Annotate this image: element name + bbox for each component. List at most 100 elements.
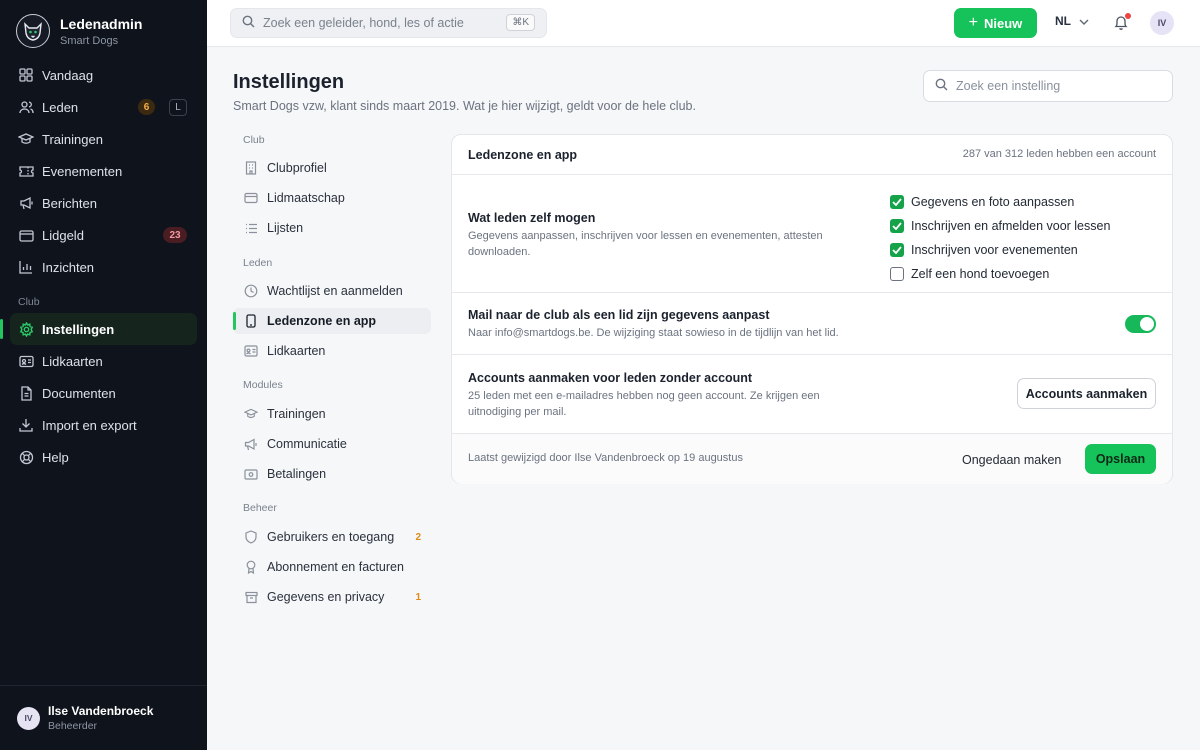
subnav-section-club: Club: [243, 134, 265, 146]
search-shortcut-hint: ⌘K: [506, 14, 535, 31]
checkbox-lessen[interactable]: Inschrijven en afmelden voor lessen: [890, 214, 1110, 238]
nav-item-lidkaarten[interactable]: Lidkaarten: [10, 345, 197, 377]
avatar[interactable]: IV: [1150, 11, 1174, 35]
settings-search-input[interactable]: [956, 79, 1156, 93]
nav-label: Trainingen: [42, 131, 103, 147]
checkbox-evenementen[interactable]: Inschrijven voor evenementen: [890, 238, 1110, 262]
document-icon: [18, 385, 34, 401]
clock-icon: [244, 284, 258, 298]
user-role: Beheerder: [48, 720, 98, 732]
checkbox-gegevens-foto[interactable]: Gegevens en foto aanpassen: [890, 190, 1110, 214]
subnav-item-trainingen[interactable]: Trainingen: [233, 401, 431, 427]
phone-icon: [244, 314, 258, 328]
nav-item-trainingen[interactable]: Trainingen: [10, 123, 197, 155]
nav-item-vandaag[interactable]: Vandaag: [10, 59, 197, 91]
subnav-item-wachtlijst[interactable]: Wachtlijst en aanmelden: [233, 278, 431, 304]
brand[interactable]: Ledenadmin Smart Dogs: [16, 14, 142, 48]
checkbox-hond-toevoegen[interactable]: Zelf een hond toevoegen: [890, 262, 1110, 286]
award-icon: [244, 560, 258, 574]
card-title: Ledenzone en app: [468, 148, 578, 162]
user-name: Ilse Vandenbroeck: [48, 704, 154, 718]
card-header: Ledenzone en app 287 van 312 leden hebbe…: [452, 135, 1172, 175]
leden-shortcut-badge: L: [169, 98, 187, 116]
nav-label: Leden: [42, 99, 79, 115]
page-title: Instellingen: [233, 71, 345, 93]
mail-title: Mail naar de club als een lid zijn gegev…: [468, 308, 770, 322]
checkbox-label: Inschrijven en afmelden voor lessen: [911, 219, 1111, 233]
gear-icon: [18, 321, 34, 337]
ticket-icon: [18, 163, 34, 179]
bar-chart-icon: [18, 259, 34, 275]
accounts-description: 25 leden met een e-mailadres hebben nog …: [468, 390, 820, 418]
nav-item-help[interactable]: Help: [10, 441, 197, 473]
global-search[interactable]: ⌘K: [230, 8, 547, 38]
graduation-cap-icon: [18, 131, 34, 147]
subnav-label: Gegevens en privacy: [267, 590, 385, 604]
subnav-item-lidkaarten[interactable]: Lidkaarten: [233, 338, 431, 364]
list-icon: [244, 221, 258, 235]
ledenzone-settings-card: Ledenzone en app 287 van 312 leden hebbe…: [451, 134, 1173, 484]
subnav-count-badge: 2: [415, 531, 421, 543]
nav-item-berichten[interactable]: Berichten: [10, 187, 197, 219]
subnav-label: Wachtlijst en aanmelden: [267, 284, 403, 298]
wallet-icon: [18, 227, 34, 243]
nav-label: Evenementen: [42, 163, 123, 179]
subnav-item-abonnement[interactable]: Abonnement en facturen: [233, 554, 431, 580]
club-nav: Instellingen Lidkaarten Documenten Impor…: [0, 313, 197, 473]
settings-search[interactable]: [923, 70, 1173, 102]
nav-label: Documenten: [42, 385, 116, 401]
subnav-label: Lijsten: [267, 221, 304, 235]
global-search-input[interactable]: [263, 16, 498, 30]
notifications-button[interactable]: [1114, 13, 1131, 32]
create-accounts-row: Accounts aanmaken voor leden zonder acco…: [452, 355, 1172, 434]
nav-label: Lidkaarten: [42, 353, 103, 369]
banknote-icon: [244, 467, 258, 481]
subnav-item-privacy[interactable]: Gegevens en privacy 1: [233, 584, 431, 610]
top-bar: ⌘K + Nieuw NL IV: [207, 0, 1200, 47]
subnav-count-badge: 1: [415, 591, 421, 603]
checkbox-label: Zelf een hond toevoegen: [911, 267, 1050, 281]
nav-item-instellingen[interactable]: Instellingen: [0, 313, 197, 345]
last-modified-note: Laatst gewijzigd door Ilse Vandenbroeck …: [468, 452, 743, 464]
nav-item-leden[interactable]: Leden 6 L: [10, 91, 197, 123]
mail-toggle[interactable]: [1125, 315, 1156, 333]
nav-item-import-export[interactable]: Import en export: [10, 409, 197, 441]
checkbox-checked-icon: [890, 219, 904, 233]
notification-dot: [1125, 13, 1131, 19]
current-user[interactable]: IV Ilse Vandenbroeck Beheerder: [0, 685, 207, 750]
create-accounts-button[interactable]: Accounts aanmaken: [1017, 378, 1156, 409]
subnav-item-ledenzone[interactable]: Ledenzone en app: [233, 308, 431, 334]
checkbox-label: Gegevens en foto aanpassen: [911, 195, 1075, 209]
undo-button[interactable]: Ongedaan maken: [962, 445, 1061, 475]
id-card-icon: [18, 353, 34, 369]
accounts-title: Accounts aanmaken voor leden zonder acco…: [468, 371, 753, 385]
checkbox-unchecked-icon: [890, 267, 904, 281]
nav-label: Help: [42, 449, 69, 465]
permissions-checklist: Gegevens en foto aanpassen Inschrijven e…: [890, 190, 1110, 286]
nav-item-evenementen[interactable]: Evenementen: [10, 155, 197, 187]
main-nav: Vandaag Leden 6 L Trainingen Evenementen…: [10, 59, 197, 283]
subnav-section-modules: Modules: [243, 379, 283, 391]
subnav-item-communicatie[interactable]: Communicatie: [233, 431, 431, 457]
language-selector[interactable]: NL: [1055, 14, 1089, 28]
dashboard-icon: [18, 67, 34, 83]
search-icon: [935, 78, 948, 94]
nav-item-inzichten[interactable]: Inzichten: [10, 251, 197, 283]
subnav-label: Lidmaatschap: [267, 191, 345, 205]
save-button[interactable]: Opslaan: [1085, 444, 1156, 474]
nav-item-documenten[interactable]: Documenten: [10, 377, 197, 409]
subnav-item-clubprofiel[interactable]: Clubprofiel: [233, 155, 431, 181]
checkbox-checked-icon: [890, 243, 904, 257]
megaphone-icon: [244, 437, 258, 451]
subnav-item-lidmaatschap[interactable]: Lidmaatschap: [233, 185, 431, 211]
megaphone-icon: [18, 195, 34, 211]
lifebuoy-icon: [18, 449, 34, 465]
subnav-item-betalingen[interactable]: Betalingen: [233, 461, 431, 487]
chevron-down-icon: [1079, 14, 1089, 28]
new-button[interactable]: + Nieuw: [954, 8, 1037, 38]
sidebar: Ledenadmin Smart Dogs Vandaag Leden 6 L …: [0, 0, 207, 750]
nav-item-lidgeld[interactable]: Lidgeld 23: [10, 219, 197, 251]
subnav-label: Gebruikers en toegang: [267, 530, 395, 544]
subnav-item-gebruikers[interactable]: Gebruikers en toegang 2: [233, 524, 431, 550]
subnav-item-lijsten[interactable]: Lijsten: [233, 215, 431, 241]
